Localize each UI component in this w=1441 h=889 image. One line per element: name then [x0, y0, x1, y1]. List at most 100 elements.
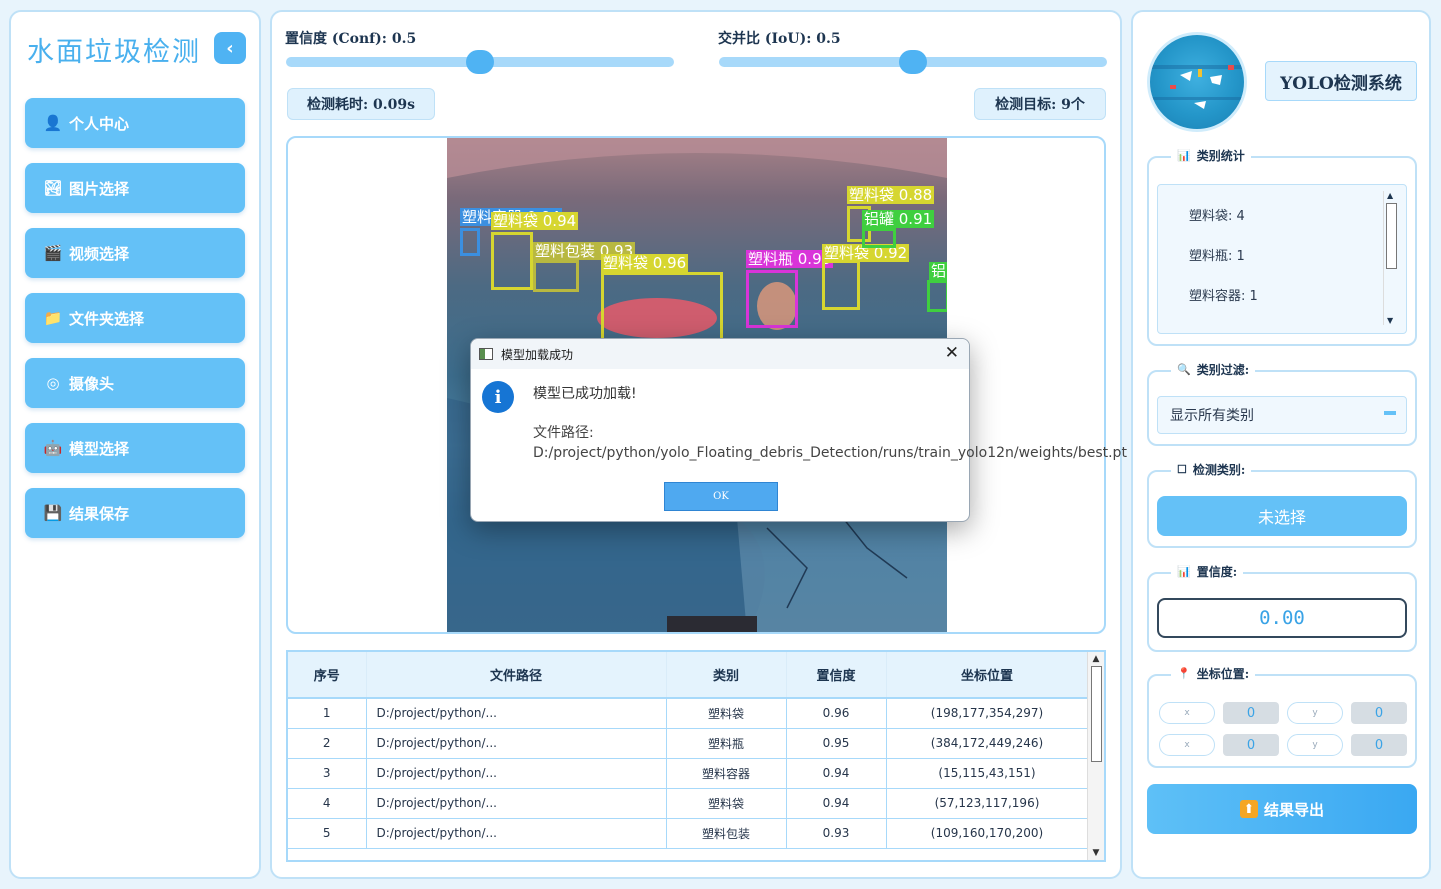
dialog-titlebar[interactable]: 模型加载成功 ✕: [471, 339, 969, 369]
bbox: [533, 260, 579, 292]
nav-label: 文件夹选择: [69, 309, 145, 328]
coord-y1-value: 0: [1351, 702, 1407, 724]
coordinates-title: 📍 坐标位置:: [1171, 665, 1256, 682]
dialog-message: 模型已成功加载!: [533, 386, 637, 402]
table-scrollbar[interactable]: ▲ ▼: [1087, 652, 1104, 860]
right-info-panel: YOLO检测系统 📊 类别统计 塑料袋: 4 塑料瓶: 1 塑料容器: 1 ▲ …: [1131, 10, 1431, 879]
cell-class: 塑料包装: [666, 818, 787, 849]
nav-label: 摄像头: [69, 374, 115, 393]
nav-camera-button[interactable]: ◎ 摄像头: [25, 358, 245, 408]
cell-index: 4: [288, 788, 367, 819]
scroll-up-arrow-icon[interactable]: ▲: [1091, 654, 1101, 664]
nav-model-select-button[interactable]: 🤖 模型选择: [25, 423, 245, 473]
model-loaded-dialog: 模型加载成功 ✕ i 模型已成功加载! 文件路径: D:/project/pyt…: [470, 338, 1127, 522]
table-row[interactable]: 5 D:/project/python/... 塑料包装 0.93 (109,1…: [288, 818, 1089, 849]
bbox: [927, 280, 947, 312]
cell-coords: (198,177,354,297): [886, 698, 1089, 729]
bbox: [862, 228, 896, 248]
results-table[interactable]: 序号 文件路径 类别 置信度 坐标位置 1 D:/project/python/…: [286, 650, 1106, 862]
magnifier-icon: 🔍: [1177, 363, 1191, 376]
dialog-file-path: 文件路径: D:/project/python/yolo_Floating_de…: [533, 425, 1127, 461]
col-header-confidence[interactable]: 置信度: [786, 652, 887, 699]
nav-video-select-button[interactable]: 🎬 视频选择: [25, 228, 245, 278]
cell-confidence: 0.94: [786, 758, 887, 789]
class-statistics-list[interactable]: 塑料袋: 4 塑料瓶: 1 塑料容器: 1 ▲ ▼: [1157, 184, 1407, 334]
left-sidebar: 水面垃圾检测 ‹ 👤 个人中心 🏞 图片选择 🎬 视频选择 📁 文件夹选择 ◎ …: [9, 10, 261, 879]
conf-slider[interactable]: [286, 50, 674, 74]
group-title-text: 类别过滤:: [1196, 363, 1250, 377]
iou-slider-thumb[interactable]: [899, 50, 927, 74]
coord-x2-value: 0: [1223, 734, 1279, 756]
robot-icon: 🤖: [43, 439, 63, 457]
cell-path: D:/project/python/...: [366, 818, 667, 849]
nav-label: 结果保存: [69, 504, 130, 523]
cell-path: D:/project/python/...: [366, 788, 667, 819]
table-row[interactable]: 2 D:/project/python/... 塑料瓶 0.95 (384,17…: [288, 728, 1089, 759]
nav-label: 模型选择: [69, 439, 130, 458]
col-header-coords[interactable]: 坐标位置: [886, 652, 1089, 699]
scrollbar-thumb[interactable]: [1386, 203, 1397, 269]
iou-slider[interactable]: [719, 50, 1107, 74]
conf-slider-thumb[interactable]: [466, 50, 494, 74]
cell-coords: (109,160,170,200): [886, 818, 1089, 849]
cell-path: D:/project/python/...: [366, 758, 667, 789]
coord-x1-value: 0: [1223, 702, 1279, 724]
nav-label: 视频选择: [69, 244, 130, 263]
cell-index: 1: [288, 698, 367, 729]
nav-folder-select-button[interactable]: 📁 文件夹选择: [25, 293, 245, 343]
cell-path: D:/project/python/...: [366, 728, 667, 759]
export-results-button[interactable]: ⬆ 结果导出: [1147, 784, 1417, 834]
confidence-group: 📊 置信度: 0.00: [1147, 563, 1417, 652]
coord-y2-value: 0: [1351, 734, 1407, 756]
nav-personal-center-button[interactable]: 👤 个人中心: [25, 98, 245, 148]
cell-class: 塑料容器: [666, 758, 787, 789]
list-item: 塑料袋: 4: [1189, 209, 1245, 224]
iou-slider-label: 交并比 (IoU): 0.5: [718, 31, 841, 47]
bar-chart-icon: 📊: [1177, 565, 1191, 578]
system-title: YOLO检测系统: [1265, 61, 1417, 101]
table-row[interactable]: 1 D:/project/python/... 塑料袋 0.96 (198,17…: [288, 698, 1089, 729]
list-item: 塑料容器: 1: [1189, 289, 1258, 304]
list-item: 塑料瓶: 1: [1189, 249, 1245, 264]
close-icon[interactable]: ✕: [945, 343, 959, 363]
cell-confidence: 0.94: [786, 788, 887, 819]
confidence-value-display: 0.00: [1157, 598, 1407, 638]
cell-coords: (384,172,449,246): [886, 728, 1089, 759]
window-app-icon: [479, 348, 493, 360]
dialog-title: 模型加载成功: [501, 347, 574, 362]
stats-scrollbar[interactable]: ▲ ▼: [1383, 191, 1398, 325]
nav-image-select-button[interactable]: 🏞 图片选择: [25, 163, 245, 213]
cell-confidence: 0.95: [786, 728, 887, 759]
scroll-up-arrow-icon[interactable]: ▲: [1387, 191, 1393, 200]
bbox: [460, 228, 480, 256]
cell-class: 塑料袋: [666, 788, 787, 819]
group-title-text: 坐标位置:: [1196, 667, 1250, 681]
coord-y2-label: y: [1287, 734, 1343, 756]
scrollbar-thumb[interactable]: [1091, 666, 1102, 762]
bbox: [822, 260, 860, 310]
detect-class-title: ☐ 检测类别:: [1171, 461, 1252, 478]
conf-slider-label: 置信度 (Conf): 0.5: [285, 31, 417, 47]
col-header-class[interactable]: 类别: [666, 652, 787, 699]
ok-button[interactable]: OK: [664, 482, 778, 511]
coord-y1-label: y: [1287, 702, 1343, 724]
scroll-down-arrow-icon[interactable]: ▼: [1387, 316, 1393, 325]
target-count-badge: 检测目标: 9个: [974, 88, 1106, 120]
pushpin-icon: 📍: [1177, 667, 1191, 680]
bar-chart-icon: 📊: [1177, 149, 1191, 162]
table-row[interactable]: 3 D:/project/python/... 塑料容器 0.94 (15,11…: [288, 758, 1089, 789]
image-icon: 🏞: [43, 179, 63, 197]
col-header-path[interactable]: 文件路径: [366, 652, 667, 699]
nav-save-results-button[interactable]: 💾 结果保存: [25, 488, 245, 538]
detect-class-button[interactable]: 未选择: [1157, 496, 1407, 536]
col-header-index[interactable]: 序号: [288, 652, 367, 699]
folder-icon: 📁: [43, 309, 63, 327]
cell-confidence: 0.93: [786, 818, 887, 849]
cell-coords: (57,123,117,196): [886, 788, 1089, 819]
scroll-down-arrow-icon[interactable]: ▼: [1091, 848, 1101, 858]
app-title: 水面垃圾检测: [27, 37, 201, 68]
table-row[interactable]: 4 D:/project/python/... 塑料袋 0.94 (57,123…: [288, 788, 1089, 819]
class-filter-dropdown[interactable]: 显示所有类别: [1157, 396, 1407, 434]
export-label: 结果导出: [1263, 800, 1324, 819]
collapse-sidebar-button[interactable]: ‹: [214, 32, 246, 64]
